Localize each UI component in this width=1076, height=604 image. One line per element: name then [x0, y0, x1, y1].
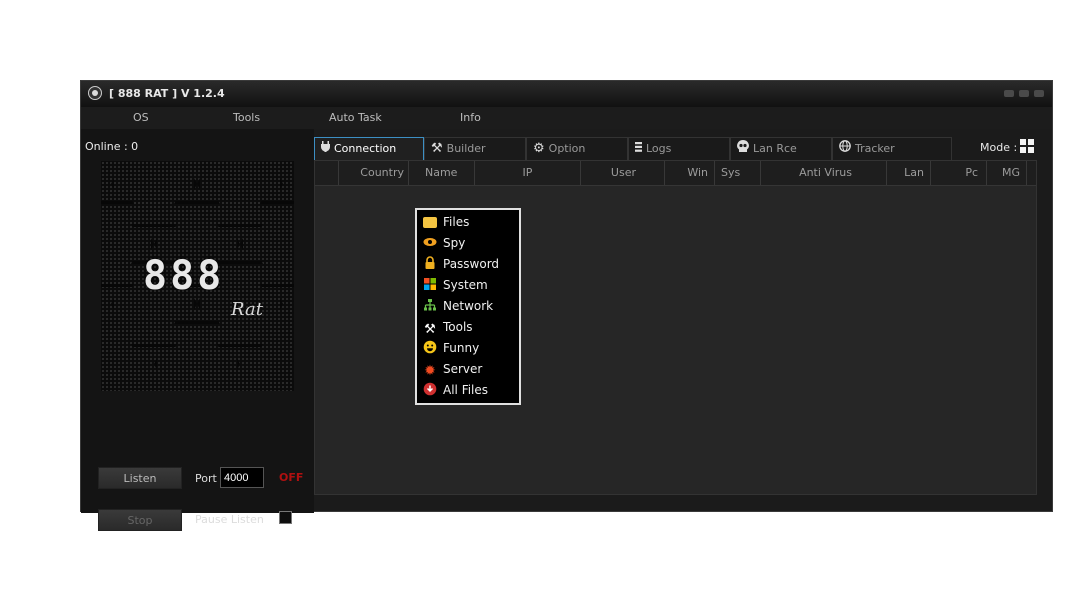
window-title: [ 888 RAT ] V 1.2.4: [109, 87, 225, 100]
column-header-country[interactable]: Country: [339, 161, 409, 185]
maximize-button[interactable]: [1019, 90, 1029, 97]
tab-label: Lan Rce: [753, 142, 797, 155]
folder-icon: [423, 217, 437, 228]
left-panel: Online : 0 888 Rat Listen Port OFF Stop …: [81, 129, 314, 531]
windows-icon: [423, 277, 437, 291]
context-item-label: Network: [443, 299, 494, 313]
tab-label: Tracker: [855, 142, 895, 155]
main-window: [ 888 RAT ] V 1.2.4 OS Tools Auto Task I…: [80, 80, 1053, 531]
pause-listen-label: Pause Listen: [195, 513, 264, 526]
gear-icon: ⚙: [533, 141, 545, 156]
column-header-ip[interactable]: IP: [475, 161, 581, 185]
context-item-label: System: [443, 278, 488, 292]
logo-number: 888: [143, 253, 225, 299]
minimize-button[interactable]: [1004, 90, 1014, 97]
tools-icon: ⚒: [424, 322, 436, 337]
eye-icon: [423, 235, 437, 249]
close-button[interactable]: [1034, 90, 1044, 97]
skull-icon: [737, 138, 749, 159]
tab-bar: Connection ⚒ Builder ⚙ Option Logs Lan Rce…: [314, 137, 1053, 160]
context-item-label: Server: [443, 362, 483, 376]
tab-logs[interactable]: Logs: [628, 137, 730, 160]
context-item-tools[interactable]: ⚒ Tools: [423, 318, 473, 337]
globe-icon: [839, 138, 851, 159]
column-header-user[interactable]: User: [581, 161, 665, 185]
column-header-name[interactable]: Name: [409, 161, 475, 185]
tab-lan-rce[interactable]: Lan Rce: [730, 137, 832, 160]
online-count: Online : 0: [85, 140, 139, 153]
app-icon[interactable]: [88, 86, 102, 100]
column-header-win[interactable]: Win: [665, 161, 715, 185]
context-item-label: Tools: [443, 320, 473, 334]
tab-builder[interactable]: ⚒ Builder: [424, 137, 526, 160]
port-input[interactable]: [220, 467, 264, 488]
column-header-sys[interactable]: Sys: [715, 161, 761, 185]
tab-label: Logs: [646, 142, 672, 155]
context-item-files[interactable]: Files: [423, 213, 469, 231]
menu-info[interactable]: Info: [460, 111, 481, 124]
column-header-anti-virus[interactable]: Anti Virus: [761, 161, 887, 185]
table-header: Country Name IP User Win Sys Anti Virus …: [315, 161, 1036, 186]
column-header-lan[interactable]: Lan: [887, 161, 931, 185]
tab-option[interactable]: ⚙ Option: [526, 137, 628, 160]
server-icon: ✹: [424, 363, 436, 379]
tab-tracker[interactable]: Tracker: [832, 137, 952, 160]
status-badge: OFF: [279, 471, 304, 484]
pause-listen-checkbox[interactable]: [279, 511, 292, 524]
stop-button[interactable]: Stop: [98, 509, 182, 531]
logo: 888 Rat: [101, 161, 294, 391]
context-menu: Files Spy Password System Network ⚒ Tools…: [415, 208, 521, 405]
context-item-label: Spy: [443, 236, 466, 250]
context-item-spy[interactable]: Spy: [423, 234, 465, 252]
column-header-mg[interactable]: MG: [987, 161, 1027, 185]
context-item-network[interactable]: Network: [423, 297, 493, 315]
mode-label: Mode :: [980, 141, 1018, 154]
context-item-all-files[interactable]: All Files: [423, 381, 488, 399]
tab-connection[interactable]: Connection: [314, 137, 424, 160]
download-icon: [423, 382, 437, 396]
tab-label: Connection: [334, 142, 397, 155]
context-item-label: Password: [443, 257, 500, 271]
tab-label: Builder: [446, 142, 486, 155]
column-header-pc[interactable]: Pc: [931, 161, 987, 185]
windows-icon[interactable]: [1020, 139, 1034, 153]
network-icon: [423, 298, 437, 312]
port-label: Port: [195, 472, 217, 485]
context-item-server[interactable]: ✹ Server: [423, 360, 482, 378]
listen-button[interactable]: Listen: [98, 467, 182, 489]
context-item-label: Files: [443, 215, 470, 229]
column-header-blank: [315, 161, 339, 185]
menu-bar: OS Tools Auto Task Info: [81, 107, 1052, 129]
title-bar[interactable]: [ 888 RAT ] V 1.2.4: [81, 81, 1052, 107]
logo-rat-text: Rat: [231, 299, 263, 320]
context-item-label: All Files: [443, 383, 489, 397]
smiley-icon: [423, 340, 437, 354]
context-item-password[interactable]: Password: [423, 255, 499, 273]
tab-label: Option: [548, 142, 586, 155]
context-item-system[interactable]: System: [423, 276, 488, 294]
menu-os[interactable]: OS: [133, 111, 149, 124]
logs-icon: [635, 138, 642, 159]
tools-icon: ⚒: [431, 141, 443, 156]
menu-auto-task[interactable]: Auto Task: [329, 111, 382, 124]
lock-icon: [423, 256, 437, 270]
context-item-label: Funny: [443, 341, 480, 355]
context-item-funny[interactable]: Funny: [423, 339, 479, 357]
menu-tools[interactable]: Tools: [233, 111, 260, 124]
plug-icon: [321, 138, 330, 159]
